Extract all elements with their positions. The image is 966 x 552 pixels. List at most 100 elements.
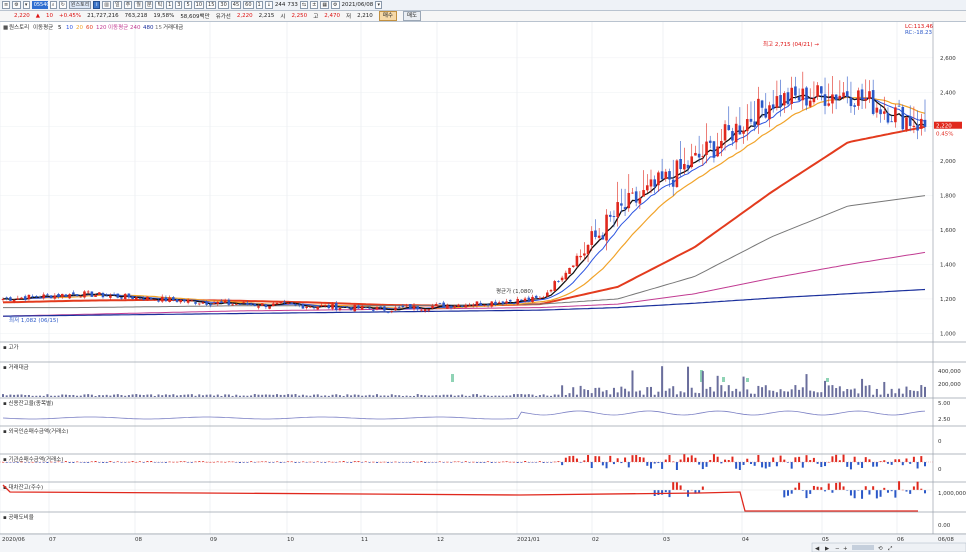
month-button[interactable]: 월 [134,1,143,9]
date-field[interactable]: 2021/06/08 [342,2,374,8]
volume-bar [627,391,630,397]
inst-net-bar [912,486,915,490]
candle-body [782,93,786,106]
config-icon[interactable]: ⚙ [12,1,21,9]
volume-toggle[interactable]: 거래대금 [163,23,183,31]
candle-body [197,303,201,305]
candle-body [490,301,494,307]
stock-code-input[interactable]: 055400 [31,1,53,9]
grid-icon[interactable]: ▦ [320,1,330,9]
full-icon[interactable]: ⤢ [888,546,893,552]
period-60[interactable]: 60 [243,1,254,9]
reset-icon[interactable]: ⟲ [878,546,883,552]
time-tick: 12 [437,537,444,543]
info-icon[interactable]: i [93,1,101,9]
count-value[interactable]: 244 [275,2,286,8]
foreign-net-bar [694,457,697,462]
volume-bar [413,395,416,397]
candle-body [12,299,16,302]
foreign-net-bar [609,455,612,462]
chart-type-icon[interactable]: ▥ [102,1,112,9]
candle-body [160,296,164,302]
period-30[interactable]: 30 [218,1,229,9]
volume-bar [649,386,652,397]
foreign-net-bar [616,458,619,462]
volume-bar [479,395,482,397]
candle-body [575,255,579,267]
day-button[interactable]: 일 [113,1,122,9]
candle-body [153,299,157,301]
volume-bar [816,392,819,397]
scroll-thumb[interactable] [852,545,874,550]
candle-body [135,297,138,301]
candle-body [442,302,445,308]
arrows-icon[interactable]: ⇆ [299,1,309,9]
tick-button[interactable]: 틱 [155,1,165,9]
zoom-icon[interactable]: ± [310,1,319,9]
volume-bar [287,394,290,397]
candle-body [86,291,90,293]
period-custom[interactable]: 1 [255,1,263,9]
candle-body [446,305,449,309]
candle-body [38,297,42,298]
foreign-net-bar [568,456,571,462]
period-15[interactable]: 15 [206,1,217,9]
volume-bar [16,394,19,397]
foreign-net-bar [698,462,701,465]
stock-chart[interactable]: ▪ 고가▪ 거래대금▪ 신용잔고율(종목별)▪ 외국인순매수금액(거래소)▪ 기… [0,22,966,552]
inst-net-bar [675,482,678,490]
period-45[interactable]: 45 [230,1,242,9]
volume-bar [79,395,82,397]
candle-body [923,119,927,127]
volume-bar [524,394,527,397]
minute-button[interactable]: 분 [144,1,154,9]
candle-body [379,306,382,308]
volume-bar [187,394,190,397]
week-button[interactable]: 주 [123,1,133,9]
inst-net-bar [872,486,875,490]
legend-ma-label: 이동평균 [33,23,53,31]
volume-bar [820,392,823,397]
buy-button[interactable]: 매수 [378,11,397,21]
panel-label-p2: ▪ 거래대금 [3,363,29,371]
zoom-in-icon[interactable]: + [843,546,848,552]
volume-bar [209,394,212,397]
volume-bar [609,394,612,397]
foreign-net-bar [587,454,590,462]
settings-icon[interactable]: ⚙ [331,1,340,9]
period-3[interactable]: 3 [175,1,183,9]
volume-bar [786,391,789,397]
sell-button[interactable]: 매도 [402,11,422,21]
volume-bar [638,390,641,397]
period-arrow[interactable]: ↓ [264,1,273,9]
candle-body [371,310,375,311]
period-5[interactable]: 5 [184,1,192,9]
candle-body [727,125,731,131]
volume-bar [783,391,786,397]
foreign-net-bar [683,454,686,462]
volume-bar [527,394,530,397]
volume-bar [335,394,338,397]
sync-icon[interactable]: ↻ [58,1,67,9]
volume-bar [390,394,393,397]
volume-bar [375,394,378,397]
calendar-icon[interactable]: ▾ [375,1,383,9]
period-1[interactable]: 1 [166,1,174,9]
search-icon[interactable]: ⌕ [49,1,57,9]
candle-body [420,309,423,311]
menu-icon[interactable]: ≡ [2,1,11,9]
zoom-out-icon[interactable]: − [835,546,840,552]
inst-net-bar [853,490,856,499]
volume-bar [912,390,915,397]
candle-body [549,290,553,292]
candle-body [172,297,175,301]
period-10[interactable]: 10 [193,1,205,9]
candle-body [571,265,575,267]
foreign-net-bar [668,455,671,462]
volume-bar [190,394,193,397]
candle-body [90,291,94,297]
volume-bar [705,388,708,397]
dropdown-icon[interactable]: ▾ [22,1,30,9]
foreign-net-bar [886,462,889,464]
volume-bar [846,389,849,397]
